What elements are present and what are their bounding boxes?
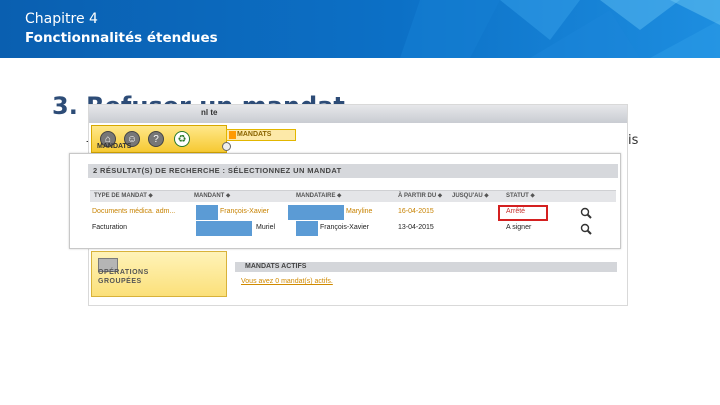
- table-row[interactable]: Documents médica. adm... François-Xavier…: [90, 205, 616, 221]
- magnifier-icon[interactable]: [580, 223, 592, 235]
- decorative-polygons: [400, 0, 720, 58]
- cell-type: Documents médica. adm...: [92, 208, 176, 215]
- trailing-text-fragment: is: [628, 133, 639, 148]
- cell-type: Facturation: [92, 224, 128, 231]
- cell-from: 13-04-2015: [398, 224, 434, 231]
- redaction-block: [196, 221, 252, 236]
- ops-label-line1: OPÉRATIONS: [98, 269, 149, 276]
- search-results-panel: 2 RÉSULTAT(S) DE RECHERCHE : SÉLECTIONNE…: [69, 153, 621, 249]
- redaction-block: [288, 205, 344, 220]
- chapter-label: Chapitre 4: [25, 11, 98, 27]
- app-top-bar-title: nl te: [201, 108, 218, 117]
- active-mandates-header: MANDATS ACTIFS: [235, 262, 617, 272]
- column-from[interactable]: À PARTIR DU ⬥: [398, 193, 442, 200]
- column-until[interactable]: JUSQU'AU ⬥: [452, 193, 489, 200]
- column-mandataire[interactable]: MANDATAIRE ⬥: [296, 193, 341, 200]
- cell-mandant: Muriel: [256, 224, 276, 231]
- redaction-block: [196, 205, 218, 220]
- column-mandant[interactable]: MANDANT ⬥: [194, 193, 230, 200]
- mandats-menu-label: MANDATS: [97, 143, 132, 150]
- app-top-bar: nl te: [89, 105, 627, 123]
- mandats-tab-label: MANDATS: [237, 131, 272, 138]
- column-type[interactable]: TYPE DE MANDAT ⬥: [94, 193, 153, 200]
- grouped-operations-panel[interactable]: OPÉRATIONS GROUPÉES: [91, 251, 227, 297]
- table-row[interactable]: Facturation Muriel François-Xavier 13-04…: [90, 221, 616, 237]
- active-mandates-link[interactable]: Vous avez 0 mandat(s) actifs.: [241, 278, 333, 285]
- cell-mandataire: François-Xavier: [320, 224, 370, 231]
- results-header: 2 RÉSULTAT(S) DE RECHERCHE : SÉLECTIONNE…: [88, 164, 618, 178]
- results-table-head: TYPE DE MANDAT ⬥ MANDANT ⬥ MANDATAIRE ⬥ …: [90, 190, 616, 202]
- cell-status: Arrêté: [506, 208, 526, 215]
- magnifier-icon[interactable]: [580, 207, 592, 219]
- grouped-operations-label: OPÉRATIONS GROUPÉES: [98, 268, 149, 286]
- check-icon: [229, 131, 236, 139]
- cell-status: A signer: [506, 224, 532, 231]
- column-status[interactable]: STATUT ⬥: [506, 193, 535, 200]
- cell-from: 16-04-2015: [398, 208, 434, 215]
- cell-mandataire: Maryline: [346, 208, 373, 215]
- cell-mandant: François-Xavier: [220, 208, 270, 215]
- chapter-block: Chapitre 4 Fonctionnalités étendues: [25, 11, 218, 46]
- mandats-tab[interactable]: MANDATS: [226, 129, 296, 141]
- chapter-title: Fonctionnalités étendues: [25, 30, 218, 46]
- mandats-menu-item[interactable]: MANDATS: [91, 141, 231, 156]
- chapter-header-band: Chapitre 4 Fonctionnalités étendues: [0, 0, 720, 58]
- ops-label-line2: GROUPÉES: [98, 278, 142, 285]
- redaction-block: [296, 221, 318, 236]
- expand-icon[interactable]: [222, 142, 231, 151]
